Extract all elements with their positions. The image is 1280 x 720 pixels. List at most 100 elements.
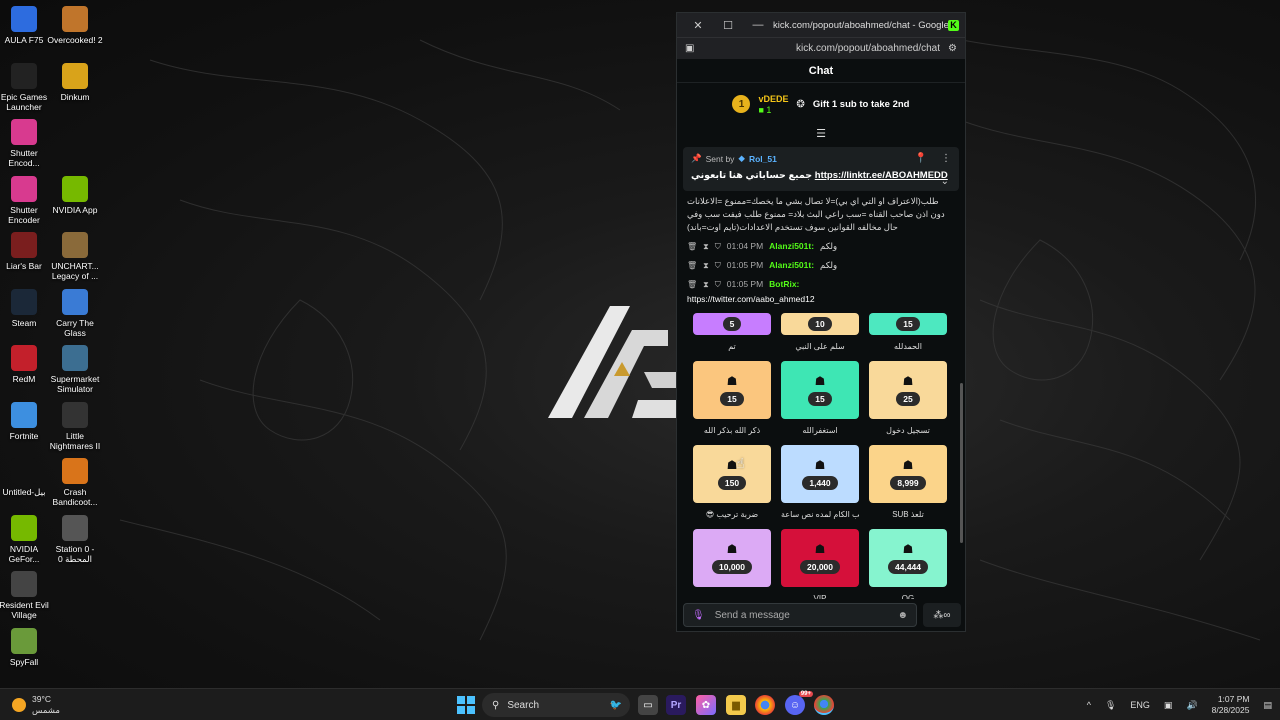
tray-overflow-icon[interactable]: ^ (1087, 700, 1091, 710)
reward-item[interactable]: ☗ 15 استغفرالله (781, 361, 859, 445)
reward-card[interactable]: ☗10 (781, 313, 859, 335)
desktop-icon[interactable]: NVIDIA GeFor... (0, 514, 52, 564)
address-bar[interactable]: ▣ kick.com/popout/aboahmed/chat ⚙ (677, 37, 965, 59)
reward-item[interactable]: ☗ 150 😎 ضربة ترحيب (693, 445, 771, 529)
desktop-icon[interactable]: AULA F75 (0, 6, 52, 45)
task-view-icon[interactable]: ▭ (638, 695, 658, 715)
timeout-icon[interactable]: ⧗ (703, 259, 709, 272)
desktop-icon[interactable]: Dinkum (47, 62, 103, 102)
desktop-icon[interactable]: UNCHART... Legacy of ... (47, 232, 103, 281)
language-indicator[interactable]: ENG (1130, 700, 1150, 710)
timeout-icon[interactable]: ⧗ (703, 278, 709, 291)
taskbar-search[interactable]: ⚲ Search 🐦 (482, 693, 630, 717)
desktop-icon[interactable]: Little Nightmares II (47, 401, 103, 451)
chat-message[interactable]: 🗑 ⧗ ⛉ 01:05 PM Alanzi501t: ولكم (687, 259, 955, 272)
maximize-window-button[interactable]: ☐ (713, 19, 743, 32)
chat-message[interactable]: 🗑 ⧗ ⛉ 01:05 PM BotRix: (687, 278, 955, 291)
reward-card[interactable]: ☗ 1,440 (781, 445, 859, 503)
reward-item[interactable]: ☗15 الحمدلله (869, 313, 947, 361)
site-settings-icon[interactable]: ⚙ (948, 43, 957, 54)
chat-popup-window[interactable]: ✕ ☐ — kick.com/popout/aboahmed/chat - Go… (676, 12, 966, 632)
clock[interactable]: 1:07 PM 8/28/2025 (1212, 694, 1250, 716)
reward-card[interactable]: ☗15 (781, 361, 859, 419)
pin-icon[interactable]: 📍 (915, 153, 927, 164)
link-message[interactable]: https://twitter.com/aabo_ahmed12 (687, 293, 955, 306)
notification-icon[interactable]: ▤ (1263, 700, 1272, 711)
desktop-icon[interactable]: Station 0 - المحطة 0 (47, 514, 103, 564)
reward-card[interactable]: ☗ 44,444 (869, 529, 947, 587)
clock-date: 8/28/2025 (1211, 705, 1250, 715)
delete-icon[interactable]: 🗑 (687, 259, 697, 272)
reward-item[interactable]: ☗ 1,440 طلب الكام لمده نص ساعة (781, 445, 859, 529)
message-username[interactable]: BotRix: (769, 278, 799, 291)
desktop-icon[interactable]: Untitled-بيل (0, 458, 52, 497)
reward-card[interactable]: ☗ 25 (869, 361, 947, 419)
cast-icon[interactable]: ▣ (685, 43, 694, 54)
expand-pinned-icon[interactable]: ⌄ (941, 176, 949, 187)
desktop-icon[interactable]: RedM (0, 345, 52, 384)
reward-cost: 20,000 (800, 560, 840, 574)
reward-item[interactable]: ☗ 25 تسجيل دخول (869, 361, 947, 445)
delete-icon[interactable]: 🗑 (687, 278, 697, 291)
reward-card[interactable]: ☗15 (869, 313, 947, 335)
chrome-icon[interactable] (755, 695, 775, 715)
desktop-icon[interactable]: Carry The Glass (47, 288, 103, 338)
reward-card[interactable]: ☗ 10,000 (693, 529, 771, 587)
desktop-icon[interactable]: Resident Evil Village (0, 571, 52, 620)
gift-sub-text[interactable]: Gift 1 sub to take 2nd (813, 99, 910, 110)
pinned-message[interactable]: 📌 Sent by ◆ Rol_51 جميع حساباتي هنا تابع… (683, 147, 959, 191)
collapse-leaderboard-icon[interactable]: ☰ (677, 125, 965, 141)
pinned-link[interactable]: https://linktr.ee/ABOAHMEDD (815, 170, 948, 181)
chrome-active-icon[interactable] (814, 695, 834, 715)
desktop-icon[interactable]: Epic Games Launcher (0, 62, 52, 112)
mic-icon[interactable]: 🎙 (692, 610, 705, 621)
premiere-icon[interactable]: Pr (666, 695, 686, 715)
mic-tray-icon[interactable]: 🎙 (1105, 700, 1116, 711)
desktop-icon[interactable]: Shutter Encoder (0, 175, 52, 225)
reward-item[interactable]: ☗ 8,999 SUB تلعذ (869, 445, 947, 529)
start-button[interactable] (456, 695, 476, 715)
reward-item[interactable]: ☗10 سلم على النبي (781, 313, 859, 361)
reward-card[interactable]: ☗ 150 (693, 445, 771, 503)
file-explorer-icon[interactable]: ▆ (726, 695, 746, 715)
network-icon[interactable]: ▣ (1164, 700, 1173, 711)
gift-leaderboard[interactable]: 1 vDEDE ■ 1 ❂ Gift 1 sub to take 2nd (677, 83, 965, 125)
reward-card[interactable]: ☗ 8,999 (869, 445, 947, 503)
reward-item[interactable]: ☗ 15 ذكر الله بذكر الله (693, 361, 771, 445)
game-icon (62, 458, 88, 484)
desktop-icon[interactable]: SpyFall (0, 627, 52, 667)
desktop-icon[interactable]: Supermarket Simulator (47, 345, 103, 394)
desktop-icon[interactable]: NVIDIA App (47, 175, 103, 215)
desktop-icon[interactable]: Liar's Bar (0, 232, 52, 271)
desktop-icon[interactable]: Crash Bandicoot... (47, 458, 103, 507)
reward-card[interactable]: ☗15 (693, 361, 771, 419)
emoji-icon[interactable]: ☻ (897, 610, 908, 621)
desktop-icon[interactable]: Fortnite (0, 401, 52, 441)
timeout-icon[interactable]: ⧗ (703, 240, 709, 253)
desktop-icon-label: AULA F75 (4, 35, 44, 45)
scrollbar[interactable] (960, 383, 963, 543)
chat-message[interactable]: 🗑 ⧗ ⛉ 01:04 PM Alanzi501t: ولكم (687, 240, 955, 253)
message-username[interactable]: Alanzi501t: (769, 259, 814, 272)
window-titlebar[interactable]: ✕ ☐ — kick.com/popout/aboahmed/chat - Go… (677, 13, 965, 37)
message-username[interactable]: Alanzi501t: (769, 240, 814, 253)
desktop-icon[interactable]: Steam (0, 288, 52, 328)
close-window-button[interactable]: ✕ (683, 19, 713, 32)
desktop-icon[interactable]: Overcooked! 2 (47, 6, 103, 45)
reward-card[interactable]: ☗ 20,000 (781, 529, 859, 587)
message-input[interactable]: 🎙 Send a message ☻ (683, 603, 917, 627)
reward-card[interactable]: ☗5 (693, 313, 771, 335)
discord-icon[interactable]: ☺ 99+ (785, 691, 813, 715)
volume-icon[interactable]: 🔊 (1186, 700, 1197, 711)
delete-icon[interactable]: 🗑 (687, 240, 697, 253)
more-options-icon[interactable]: ⋮ (941, 153, 951, 164)
url-text[interactable]: kick.com/popout/aboahmed/chat (694, 43, 948, 54)
reward-item[interactable]: ☗5 تم (693, 313, 771, 361)
pinned-username[interactable]: Rol_51 (749, 154, 777, 164)
minimize-window-button[interactable]: — (743, 19, 773, 31)
desktop-icon[interactable]: Shutter Encod... (0, 119, 52, 168)
weather-widget[interactable]: 39°C مشمس (12, 694, 60, 716)
photos-icon[interactable]: ✿ (696, 695, 716, 715)
points-button[interactable]: ⁂ ∞ (923, 603, 961, 627)
window-title: kick.com/popout/aboahmed/chat - Google C… (773, 19, 948, 31)
